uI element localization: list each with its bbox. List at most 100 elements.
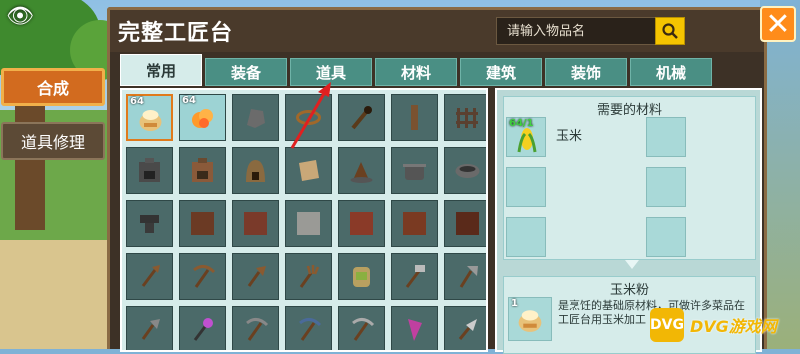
shovel-icon	[141, 319, 160, 340]
pitchfork-icon	[299, 265, 320, 288]
item-slot-pickaxe-gray[interactable]	[338, 306, 385, 350]
pickaxe-icon	[299, 318, 322, 341]
item-slot-wood-stick[interactable]	[391, 94, 438, 141]
fruit-icon	[192, 109, 213, 128]
block-icon	[350, 212, 373, 235]
rope-icon	[296, 110, 321, 125]
side-tab-repair[interactable]: 道具修理	[1, 122, 105, 160]
item-grid-panel: 64 64	[120, 88, 488, 352]
item-slot-block-stone[interactable]	[285, 200, 332, 247]
item-slot-pot[interactable]	[391, 147, 438, 194]
axe-icon	[459, 266, 478, 288]
item-slot-torch[interactable]	[338, 94, 385, 141]
category-tabs: 常用 装备 道具 材料 建筑 装饰 机械	[120, 54, 712, 86]
tab-tools[interactable]: 道具	[290, 58, 372, 86]
material-slot-empty	[646, 117, 686, 157]
item-slot-sack[interactable]	[338, 253, 385, 300]
item-slot-hoe[interactable]	[391, 253, 438, 300]
tab-machinery[interactable]: 机械	[630, 58, 712, 86]
fence-icon	[456, 108, 478, 128]
search-button[interactable]	[655, 17, 685, 45]
search-input[interactable]: 请输入物品名	[496, 17, 656, 45]
item-slot-fruit[interactable]: 64	[179, 94, 226, 141]
window-title: 完整工匠台	[118, 21, 234, 46]
item-slot-bowl[interactable]	[444, 147, 486, 194]
item-slot-paper[interactable]	[285, 147, 332, 194]
corn-flour-sack-icon	[139, 110, 162, 131]
item-slot-block-clay[interactable]	[391, 200, 438, 247]
material-slot-empty	[506, 217, 546, 257]
material-slot-corn[interactable]: 64/1	[506, 117, 546, 157]
item-slot-trowel[interactable]	[444, 306, 486, 350]
item-slot-block-dark[interactable]	[444, 200, 486, 247]
close-icon: ✕	[765, 6, 791, 42]
item-slot-block-brick[interactable]	[338, 200, 385, 247]
corn-flour-sack-icon	[518, 310, 542, 332]
pickaxe-icon	[246, 318, 269, 341]
item-slot-stone[interactable]	[232, 94, 279, 141]
item-grid: 64 64	[126, 94, 486, 350]
block-icon	[403, 212, 426, 235]
result-slot[interactable]: 1	[508, 297, 552, 341]
item-slot-pickaxe[interactable]	[179, 253, 226, 300]
sand-terrain	[0, 240, 120, 349]
side-tab-craft[interactable]: 合成	[1, 68, 105, 106]
bowl-icon	[455, 164, 480, 178]
item-slot-stove[interactable]	[179, 147, 226, 194]
item-slot-magic-wand[interactable]	[179, 306, 226, 350]
item-slot-furnace[interactable]	[126, 147, 173, 194]
item-slot-block-brown[interactable]	[179, 200, 226, 247]
hoe-icon	[405, 265, 425, 288]
shovel-icon	[141, 265, 160, 287]
torch-icon	[351, 106, 372, 130]
block-icon	[191, 212, 214, 235]
shovel-icon	[247, 266, 266, 287]
tab-common[interactable]: 常用	[120, 54, 202, 86]
stone-icon	[247, 109, 265, 128]
item-slot-anvil[interactable]	[126, 200, 173, 247]
item-slot-pitchfork[interactable]	[285, 253, 332, 300]
kiln-icon	[246, 160, 265, 182]
watermark-logo: DVG	[650, 308, 684, 342]
item-slot-campfire[interactable]	[338, 147, 385, 194]
campfire-icon	[350, 162, 373, 183]
furnace-icon	[139, 158, 160, 182]
tab-materials[interactable]: 材料	[375, 58, 457, 86]
pot-icon	[403, 164, 426, 180]
tab-decoration[interactable]: 装饰	[545, 58, 627, 86]
item-slot-pickaxe-iron[interactable]	[285, 306, 332, 350]
magic-wand-icon	[193, 318, 213, 341]
tab-building[interactable]: 建筑	[460, 58, 542, 86]
watermark: DVG DVG游戏网	[650, 305, 800, 345]
close-button[interactable]: ✕	[760, 6, 796, 42]
workbench-window: 完整工匠台 请输入物品名 常用 装备 道具 材料 建筑 装饰 机械 64 64	[107, 7, 767, 354]
materials-title: 需要的材料	[596, 103, 662, 118]
eye-icon[interactable]: 👁	[6, 4, 34, 30]
block-icon	[244, 212, 267, 235]
item-slot-axe[interactable]	[444, 253, 486, 300]
paper-icon	[299, 160, 319, 181]
title-bar: 完整工匠台 请输入物品名	[110, 10, 764, 52]
material-slot-empty	[646, 167, 686, 207]
pickaxe-icon	[352, 318, 375, 341]
result-title: 玉米粉	[609, 283, 649, 298]
item-slot-block-red[interactable]	[232, 200, 279, 247]
item-slot-corn-flour[interactable]: 64	[126, 94, 173, 141]
corn-icon	[517, 128, 537, 153]
material-slot-empty	[506, 167, 546, 207]
item-slot-pickaxe-stone[interactable]	[232, 306, 279, 350]
block-icon	[297, 212, 320, 235]
pickaxe-icon	[193, 265, 216, 288]
item-slot-fence[interactable]	[444, 94, 486, 141]
item-slot-drill[interactable]	[391, 306, 438, 350]
item-slot-shovel[interactable]	[126, 253, 173, 300]
item-slot-rope[interactable]	[285, 94, 332, 141]
tab-equipment[interactable]: 装备	[205, 58, 287, 86]
item-slot-shovel-stone[interactable]	[126, 306, 173, 350]
item-slot-kiln[interactable]	[232, 147, 279, 194]
item-slot-shovel-wood[interactable]	[232, 253, 279, 300]
anvil-icon	[140, 215, 159, 233]
seed-bag-icon	[353, 267, 370, 287]
material-slot-empty	[646, 217, 686, 257]
trowel-icon	[458, 319, 477, 340]
